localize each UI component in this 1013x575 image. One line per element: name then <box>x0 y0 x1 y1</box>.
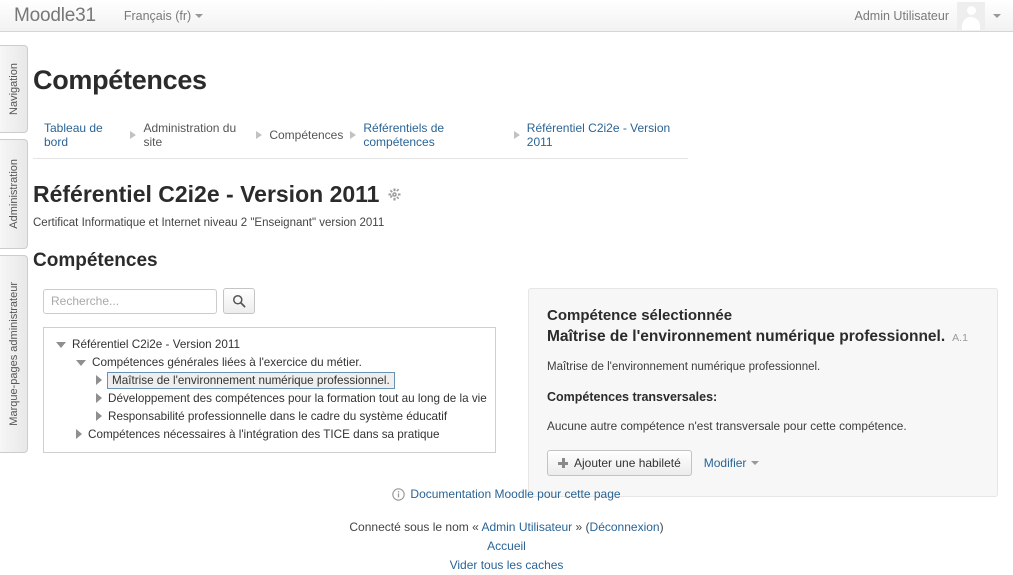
panel-competency-idnumber: A.1 <box>952 332 968 344</box>
breadcrumb: Tableau de bord Administration du site C… <box>33 114 688 159</box>
competency-layout: Référentiel C2i2e - Version 2011 Compéte… <box>33 288 1003 497</box>
language-menu-label: Français (fr) <box>123 8 192 23</box>
gear-icon[interactable] <box>388 188 401 201</box>
edit-menu[interactable]: Modifier <box>704 456 760 470</box>
breadcrumb-item-frameworks[interactable]: Référentiels de compétences <box>363 121 506 149</box>
framework-title: Référentiel C2i2e - Version 2011 <box>33 181 380 207</box>
tree-node-label: Compétences générales liées à l'exercice… <box>92 355 362 369</box>
search-button[interactable] <box>223 288 255 314</box>
home-link-row: Accueil <box>0 539 1013 553</box>
panel-cross-competencies-heading: Compétences transversales: <box>547 390 718 404</box>
breadcrumb-item-site-administration: Administration du site <box>143 121 237 149</box>
panel-title-row: Maîtrise de l'environnement numérique pr… <box>547 328 979 346</box>
tree-node[interactable]: Responsabilité professionnelle dans le c… <box>96 407 489 425</box>
chevron-right-icon <box>350 131 357 139</box>
page-footer: Documentation Moodle pour cette page Con… <box>0 487 1013 572</box>
avatar <box>957 1 985 30</box>
panel-kicker: Compétence sélectionnée <box>547 307 733 324</box>
chevron-down-icon <box>751 461 760 465</box>
tree-node-label: Référentiel C2i2e - Version 2011 <box>72 337 241 351</box>
chevron-right-icon[interactable] <box>96 411 102 421</box>
logout-close-paren: ) <box>659 519 664 534</box>
user-menu[interactable]: Admin Utilisateur <box>854 1 1001 30</box>
moodle-docs-link[interactable]: Documentation Moodle pour cette page <box>392 487 621 501</box>
site-brand[interactable]: Moodle31 <box>14 5 96 27</box>
competency-tree: Référentiel C2i2e - Version 2011 Compéte… <box>43 327 496 453</box>
language-menu[interactable]: Français (fr) <box>123 8 204 23</box>
login-info: Connecté sous le nom « Admin Utilisateur… <box>0 520 1013 534</box>
framework-description: Certificat Informatique et Internet nive… <box>33 217 385 229</box>
page-title: Compétences <box>33 65 207 95</box>
info-icon <box>392 487 406 501</box>
tree-node-selected[interactable]: Maîtrise de l'environnement numérique pr… <box>96 371 489 389</box>
breadcrumb-item-framework[interactable]: Référentiel C2i2e - Version 2011 <box>527 121 686 149</box>
add-skill-button-label: Ajouter une habileté <box>574 456 681 470</box>
tree-node[interactable]: Référentiel C2i2e - Version 2011 <box>56 335 489 353</box>
login-info-prefix: Connecté sous le nom « <box>349 519 479 534</box>
dock-tab-label: Navigation <box>7 63 20 115</box>
dock-tab-admin-bookmarks[interactable]: Marque-pages administrateur <box>0 255 28 453</box>
tree-node-label: Compétences nécessaires à l'intégration … <box>88 427 440 441</box>
dock-tab-label: Administration <box>7 159 20 229</box>
tree-node[interactable]: Développement des compétences pour la fo… <box>96 389 489 407</box>
chevron-down-icon <box>993 13 1001 18</box>
breadcrumb-item-competencies: Compétences <box>269 128 344 142</box>
add-skill-button[interactable]: Ajouter une habileté <box>547 450 692 476</box>
chevron-down-icon[interactable] <box>76 360 86 366</box>
search-input[interactable] <box>43 288 217 314</box>
selected-competency-panel: Compétence sélectionnée Maîtrise de l'en… <box>528 288 998 497</box>
chevron-right-icon <box>130 131 137 139</box>
moodle-docs-link-label: Documentation Moodle pour cette page <box>410 487 621 501</box>
chevron-right-icon[interactable] <box>96 375 102 385</box>
breadcrumb-item-dashboard[interactable]: Tableau de bord <box>44 121 123 149</box>
home-link[interactable]: Accueil <box>487 539 526 553</box>
dock-tab-label: Marque-pages administrateur <box>7 282 20 426</box>
panel-competency-description: Maîtrise de l'environnement numérique pr… <box>547 361 821 373</box>
tree-node[interactable]: Compétences nécessaires à l'intégration … <box>76 425 489 443</box>
logout-link[interactable]: Déconnexion <box>590 520 660 534</box>
tree-node-label: Maîtrise de l'environnement numérique pr… <box>107 371 395 389</box>
competency-tree-column: Référentiel C2i2e - Version 2011 Compéte… <box>33 288 513 453</box>
edit-menu-label: Modifier <box>703 456 747 470</box>
selected-competency-panel-column: Compétence sélectionnée Maîtrise de l'en… <box>528 288 998 497</box>
top-navbar: Moodle31 Français (fr) Admin Utilisateur <box>0 0 1013 32</box>
dock-tab-administration[interactable]: Administration <box>0 139 28 249</box>
tree-node-label: Développement des compétences pour la fo… <box>108 391 487 405</box>
chevron-right-icon <box>256 131 263 139</box>
plus-icon <box>558 458 568 468</box>
search-row <box>43 288 513 314</box>
panel-cross-competencies-empty: Aucune autre compétence n'est transversa… <box>547 419 907 433</box>
tree-node[interactable]: Compétences générales liées à l'exercice… <box>76 353 489 371</box>
chevron-right-icon[interactable] <box>96 393 102 403</box>
page-content: Compétences Tableau de bord Administrati… <box>33 32 1003 497</box>
chevron-down-icon <box>195 13 204 18</box>
chevron-right-icon[interactable] <box>76 429 82 439</box>
chevron-right-icon <box>513 131 520 139</box>
panel-actions: Ajouter une habileté Modifier <box>547 450 979 476</box>
section-title-competencies: Compétences <box>33 250 158 271</box>
dock-tab-navigation[interactable]: Navigation <box>0 45 28 133</box>
search-icon <box>233 295 246 308</box>
user-menu-label: Admin Utilisateur <box>854 8 949 23</box>
login-info-middle: » <box>575 519 583 534</box>
dock-panel: Navigation Administration Marque-pages a… <box>0 45 30 459</box>
chevron-down-icon[interactable] <box>56 342 66 348</box>
login-user-link[interactable]: Admin Utilisateur <box>481 520 572 534</box>
tree-node-label: Responsabilité professionnelle dans le c… <box>108 409 448 423</box>
purge-caches-row: Vider tous les caches <box>0 558 1013 572</box>
panel-competency-title: Maîtrise de l'environnement numérique pr… <box>547 328 946 345</box>
framework-heading: Référentiel C2i2e - Version 2011 <box>33 181 1003 208</box>
purge-caches-link[interactable]: Vider tous les caches <box>450 558 564 572</box>
